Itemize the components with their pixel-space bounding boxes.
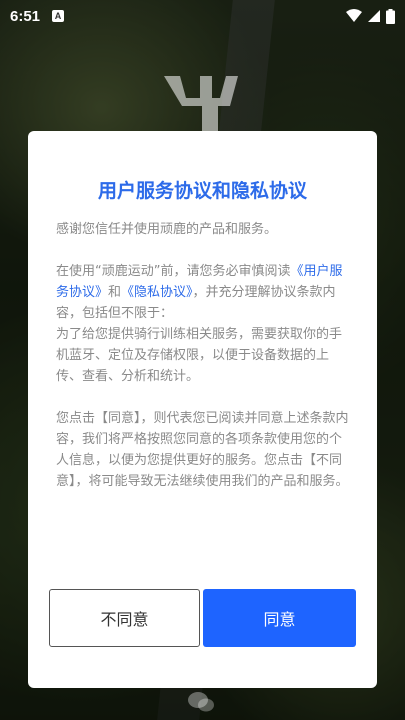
- battery-icon: [386, 8, 395, 24]
- notification-icon: A: [52, 10, 65, 22]
- status-icons: [346, 8, 395, 24]
- consent-text: 您点击【同意】，则代表您已阅读并同意上述条款内容，我们将严格按照您同意的各项条款…: [56, 411, 349, 489]
- agree-button[interactable]: 同意: [203, 589, 356, 647]
- privacy-agreement-link[interactable]: 《隐私协议》: [121, 285, 193, 300]
- agreement-and: 和: [108, 285, 122, 300]
- intro-text: 感谢您信任并使用顽鹿的产品和服务。: [56, 222, 278, 237]
- wifi-icon: [346, 9, 362, 22]
- status-bar: 6:51 A: [0, 0, 405, 32]
- signal-icon: [368, 10, 380, 22]
- status-time: 6:51: [10, 7, 41, 25]
- wechat-icon: [188, 692, 214, 712]
- permission-detail: 为了给您提供骑行训练相关服务，需要获取你的手机蓝牙、定位及存储权限，以便于设备数…: [56, 327, 343, 384]
- disagree-button[interactable]: 不同意: [49, 589, 200, 647]
- agreement-dialog: 用户服务协议和隐私协议 感谢您信任并使用顽鹿的产品和服务。 在使用“顽鹿运动”前…: [28, 131, 377, 688]
- dialog-title: 用户服务协议和隐私协议: [97, 180, 307, 202]
- dialog-body: 感谢您信任并使用顽鹿的产品和服务。 在使用“顽鹿运动”前，请您务必审慎阅读《用户…: [56, 219, 352, 513]
- agreement-text: 在使用“顽鹿运动”前，请您务必审慎阅读《用户服务协议》和《隐私协议》，并充分理解…: [56, 261, 352, 387]
- agreement-prefix: 在使用“顽鹿运动”前，请您务必审慎阅读: [56, 264, 291, 279]
